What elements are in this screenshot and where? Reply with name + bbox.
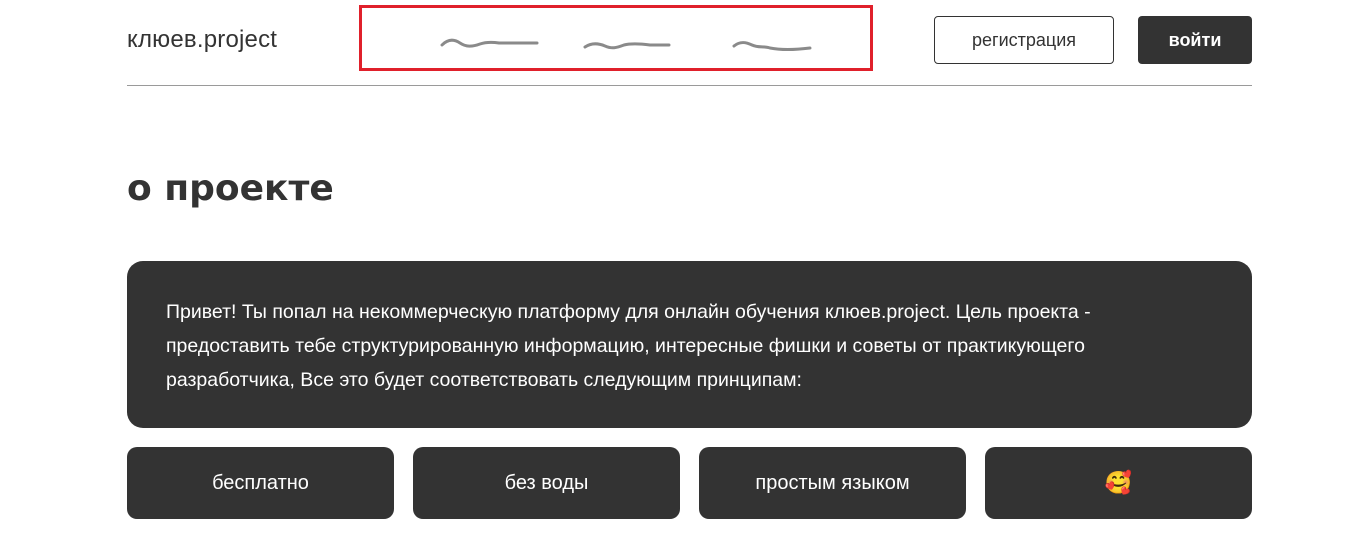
nav-links-highlight-box [359, 5, 873, 71]
intro-card: Привет! Ты попал на некоммерческую платф… [127, 261, 1252, 428]
site-logo[interactable]: клюев.project [127, 26, 277, 54]
site-header: клюев.project регистрация войти [127, 0, 1252, 86]
nav-link-2-scribble[interactable] [583, 42, 671, 50]
nav-link-3-scribble[interactable] [732, 41, 812, 51]
page-title: о проекте [127, 168, 334, 209]
nav-links-scribble [440, 38, 812, 51]
principle-label: простым языком [755, 471, 910, 494]
principle-card-free: бесплатно [127, 447, 394, 519]
principle-card-simple-language: простым языком [699, 447, 966, 519]
register-button[interactable]: регистрация [934, 16, 1114, 64]
page: клюев.project регистрация войти о проект… [0, 0, 1356, 560]
intro-text: Привет! Ты попал на некоммерческую платф… [166, 301, 1091, 391]
login-button[interactable]: войти [1138, 16, 1252, 64]
principle-label: бесплатно [212, 471, 309, 494]
principle-card-emoji: 🥰 [985, 447, 1252, 519]
principle-label: без воды [504, 471, 589, 494]
nav-link-1-scribble[interactable] [440, 38, 539, 48]
smiling-face-with-hearts-icon: 🥰 [1104, 470, 1133, 495]
principle-card-no-fluff: без воды [413, 447, 680, 519]
principles-list: бесплатно без воды простым языком 🥰 [127, 447, 1252, 519]
